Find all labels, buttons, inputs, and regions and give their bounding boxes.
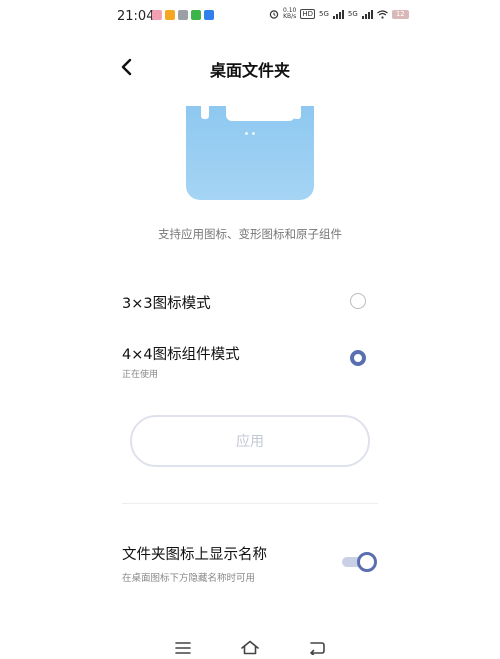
radio-4x4-widget-mode[interactable] [350,350,366,366]
page-indicator-dots [245,132,255,135]
notification-app-icon [165,10,175,20]
status-bar: 21:04 0.10 KB/s HD 5G 5G 12 [0,0,500,34]
sim2-label: 5G [347,10,358,18]
divider [122,503,378,504]
alarm-icon [269,10,279,19]
net-speed: 0.10 KB/s [283,7,297,20]
notification-app-icon [204,10,214,20]
signal-icon [361,9,373,19]
menu-nav-button[interactable] [174,640,194,656]
home-nav-button[interactable] [240,640,262,656]
page-title: 桌面文件夹 [209,61,290,80]
folder-layout-preview [186,106,314,200]
preview-caption: 支持应用图标、变形图标和原子组件 [158,227,342,241]
notification-icons [152,10,214,20]
menu-icon [175,642,191,654]
battery-icon: 12 [391,9,409,19]
option-label: 4×4图标组件模式 [122,347,240,363]
setting-label: 文件夹图标上显示名称 [122,547,267,563]
home-icon [241,640,259,655]
show-folder-name-toggle[interactable] [340,551,378,573]
apply-button[interactable]: 应用 [130,415,370,467]
notification-app-icon [152,10,162,20]
show-folder-name-setting: 文件夹图标上显示名称 在桌面图标下方隐藏名称时可用 [122,543,362,584]
back-nav-button[interactable] [308,640,328,656]
signal-icon [332,9,344,19]
radio-3x3-mode[interactable] [350,293,366,309]
notification-app-icon [178,10,188,20]
option-label: 3×3图标模式 [122,296,211,312]
sim1-label: 5G [319,10,329,18]
option-4x4-widget-mode[interactable]: 4×4图标组件模式 正在使用 [122,343,382,380]
option-3x3-mode[interactable]: 3×3图标模式 [122,292,382,313]
wifi-icon [376,9,388,19]
option-status: 正在使用 [122,370,159,380]
setting-description: 在桌面图标下方隐藏名称时可用 [122,573,256,584]
status-time: 21:04 [117,9,155,24]
hd-badge: HD [300,9,316,19]
return-icon [310,642,325,656]
notification-app-icon [191,10,201,20]
system-icons: 0.10 KB/s HD 5G 5G 12 [269,8,409,20]
